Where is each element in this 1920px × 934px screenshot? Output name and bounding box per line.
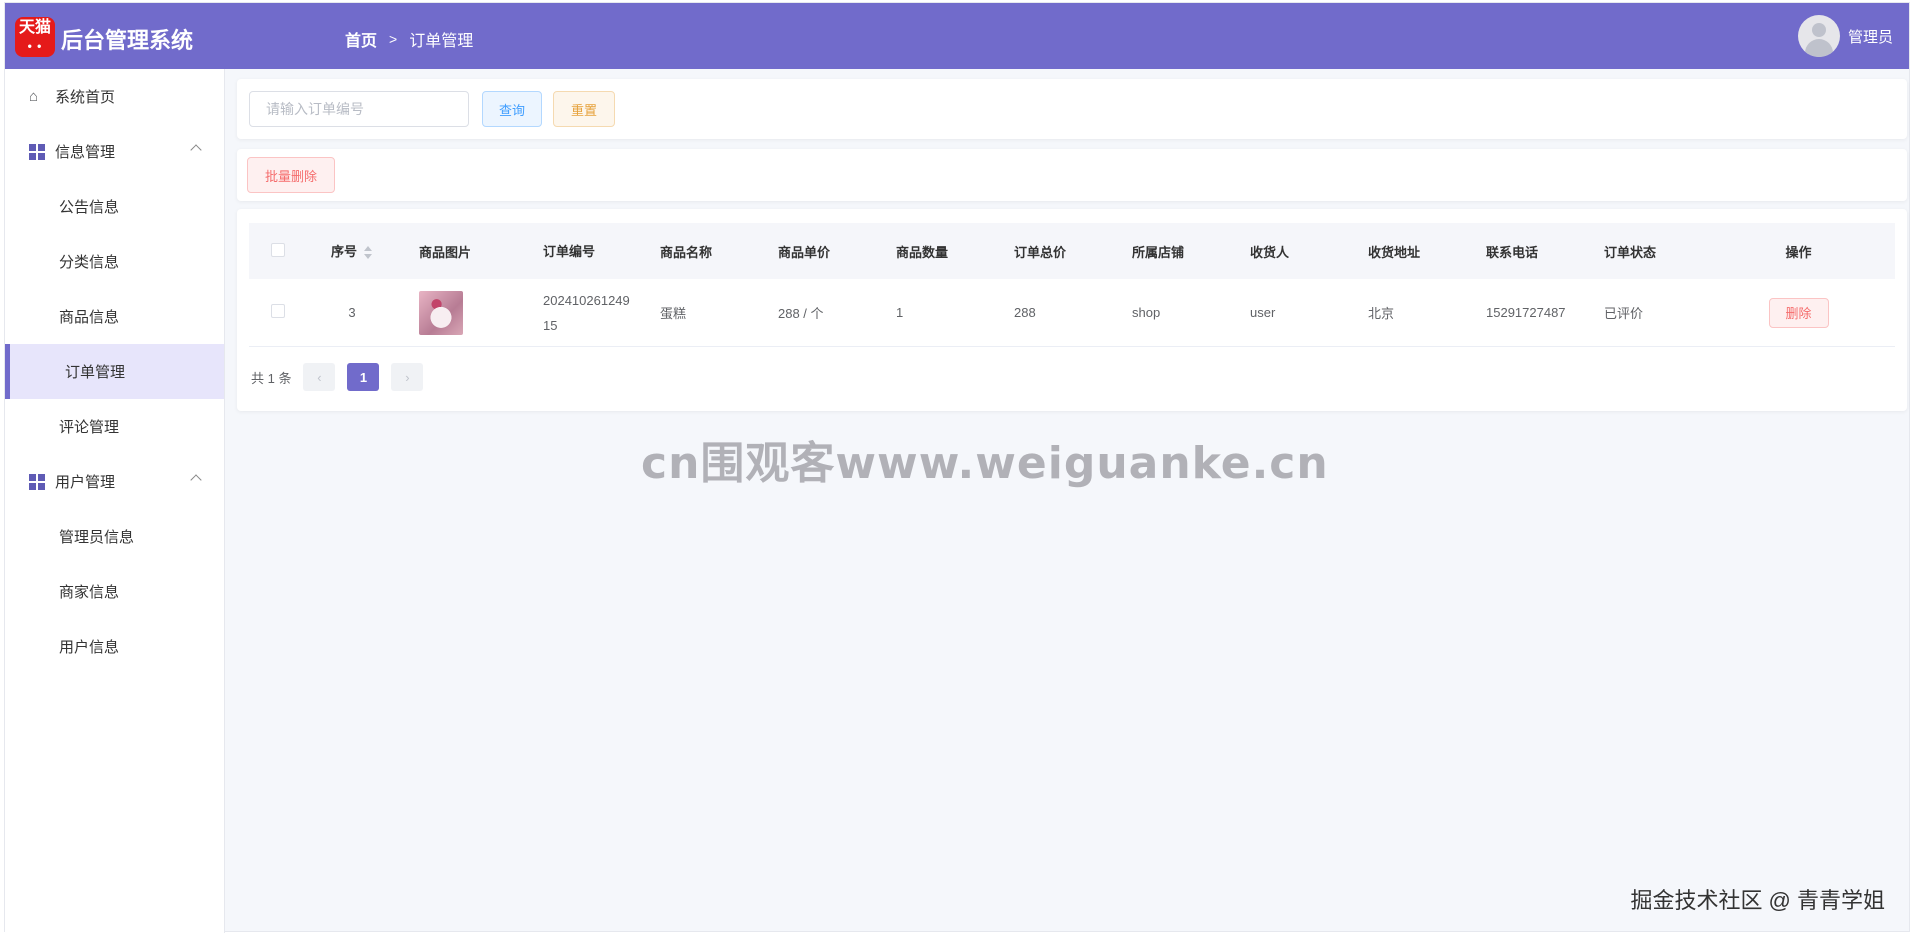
column-header-quantity: 商品数量 bbox=[896, 244, 949, 260]
column-header-goods-name: 商品名称 bbox=[660, 244, 713, 260]
table-header: 序号 商品图片 订单编号 商品名称 商品单价 商品数量 订单总价 所属店铺 收货… bbox=[249, 223, 1895, 279]
tmall-logo: 天猫 • • bbox=[15, 17, 55, 57]
sidebar-item-merchants[interactable]: 商家信息 bbox=[5, 564, 224, 619]
credit-watermark: 掘金技术社区 @ 青青学姐 bbox=[1630, 888, 1885, 913]
chevron-up-icon bbox=[190, 144, 202, 156]
top-header: 天猫 • • 后台管理系统 首页 > 订单管理 管理员 bbox=[5, 3, 1909, 69]
row-phone: 15291727487 bbox=[1486, 305, 1566, 320]
row-image-cell bbox=[399, 290, 523, 335]
logo-eyes-icon: • • bbox=[27, 39, 43, 53]
sort-icon[interactable] bbox=[363, 245, 373, 261]
column-header-total: 订单总价 bbox=[1014, 244, 1067, 260]
select-all-checkbox[interactable] bbox=[271, 242, 285, 257]
sidebar-item-comments[interactable]: 评论管理 bbox=[5, 399, 224, 454]
row-quantity: 1 bbox=[896, 305, 904, 320]
breadcrumb: 首页 > 订单管理 bbox=[345, 27, 473, 51]
next-page-button[interactable]: › bbox=[391, 363, 424, 391]
column-header-shop: 所属店铺 bbox=[1132, 244, 1185, 260]
row-index: 3 bbox=[348, 305, 356, 320]
row-status: 已评价 bbox=[1604, 306, 1644, 321]
sidebar-item-label: 信息管理 bbox=[55, 144, 116, 161]
sidebar-item-label: 商家信息 bbox=[59, 584, 120, 601]
home-icon: ⌂ bbox=[29, 87, 39, 105]
sidebar-item-category[interactable]: 分类信息 bbox=[5, 234, 224, 289]
prev-page-button[interactable]: ‹ bbox=[303, 363, 336, 391]
column-header-actions: 操作 bbox=[1785, 244, 1812, 260]
sidebar-item-label: 商品信息 bbox=[59, 309, 120, 326]
row-shop: shop bbox=[1132, 305, 1161, 320]
column-header-label: 序号 bbox=[330, 244, 357, 260]
page-number-button[interactable]: 1 bbox=[347, 363, 380, 391]
orders-table-card: 序号 商品图片 订单编号 商品名称 商品单价 商品数量 订单总价 所属店铺 收货… bbox=[237, 209, 1907, 411]
grid-icon bbox=[29, 143, 45, 160]
sidebar-item-notice[interactable]: 公告信息 bbox=[5, 179, 224, 234]
row-actions: 删除 bbox=[1702, 297, 1895, 328]
select-all-cell bbox=[249, 242, 305, 260]
sidebar-item-home[interactable]: ⌂ 系统首页 bbox=[5, 69, 224, 124]
user-menu[interactable]: 管理员 bbox=[1797, 15, 1893, 57]
column-header-address: 收货地址 bbox=[1368, 244, 1421, 260]
search-card: 查询 重置 bbox=[237, 79, 1907, 139]
watermark: cn围观客www.weiguanke.cn bbox=[641, 438, 1329, 489]
logo-text: 天猫 bbox=[18, 19, 51, 36]
sidebar-item-label: 用户管理 bbox=[55, 474, 116, 491]
column-header-receiver: 收货人 bbox=[1250, 244, 1290, 260]
order-no-search-input[interactable] bbox=[249, 91, 469, 127]
order-no-line: 202410261249 bbox=[543, 292, 630, 308]
sidebar-item-label: 订单管理 bbox=[65, 364, 126, 381]
chevron-up-icon bbox=[190, 474, 202, 486]
column-header-order-no: 订单编号 bbox=[543, 243, 596, 259]
column-header-image: 商品图片 bbox=[419, 244, 472, 260]
pagination-total: 共 1 条 bbox=[251, 370, 292, 386]
orders-table: 序号 商品图片 订单编号 商品名称 商品单价 商品数量 订单总价 所属店铺 收货… bbox=[249, 223, 1895, 347]
batch-delete-button[interactable]: 批量删除 bbox=[247, 157, 335, 193]
sidebar-item-orders[interactable]: 订单管理 bbox=[5, 344, 224, 399]
sidebar-item-label: 管理员信息 bbox=[59, 529, 135, 546]
reset-button[interactable]: 重置 bbox=[553, 91, 615, 127]
sidebar-group-info[interactable]: 信息管理 bbox=[5, 124, 224, 179]
sidebar-item-label: 用户信息 bbox=[59, 639, 120, 656]
toolbar-card: 批量删除 bbox=[237, 149, 1907, 201]
column-header-status: 订单状态 bbox=[1604, 244, 1657, 260]
order-no-line: 15 bbox=[543, 317, 558, 333]
breadcrumb-home[interactable]: 首页 bbox=[345, 27, 377, 51]
sidebar-group-users[interactable]: 用户管理 bbox=[5, 454, 224, 509]
breadcrumb-current: 订单管理 bbox=[409, 33, 474, 50]
sidebar-item-label: 分类信息 bbox=[59, 254, 120, 271]
sidebar-item-label: 评论管理 bbox=[59, 419, 120, 436]
sidebar-item-admins[interactable]: 管理员信息 bbox=[5, 509, 224, 564]
row-select-cell bbox=[249, 304, 305, 321]
pagination: 共 1 条 ‹ 1 › bbox=[251, 363, 424, 391]
delete-button[interactable]: 删除 bbox=[1768, 297, 1829, 328]
app-frame: 天猫 • • 后台管理系统 首页 > 订单管理 管理员 ⌂ 系统首页 信息管理 … bbox=[4, 2, 1910, 933]
row-order-no: 202410261249 15 bbox=[523, 288, 640, 338]
sidebar-item-users[interactable]: 用户信息 bbox=[5, 619, 224, 674]
table-row: 3 202410261249 15 蛋糕 288 / 个 1 288 shop … bbox=[249, 279, 1895, 347]
row-goods-name: 蛋糕 bbox=[660, 306, 687, 321]
sidebar: ⌂ 系统首页 信息管理 公告信息 分类信息 商品信息 订单管理 评论管理 用户管… bbox=[5, 69, 225, 933]
row-unit-price: 288 / 个 bbox=[778, 306, 824, 321]
row-receiver: user bbox=[1250, 305, 1276, 320]
sidebar-item-goods[interactable]: 商品信息 bbox=[5, 289, 224, 344]
sidebar-item-label: 系统首页 bbox=[55, 89, 116, 106]
cake-product-image[interactable] bbox=[419, 290, 463, 335]
row-total: 288 bbox=[1014, 305, 1036, 320]
chevron-right-icon: > bbox=[389, 31, 398, 47]
row-address: 北京 bbox=[1368, 306, 1395, 321]
column-header-unit-price: 商品单价 bbox=[778, 244, 831, 260]
query-button[interactable]: 查询 bbox=[482, 91, 542, 127]
system-title: 后台管理系统 bbox=[61, 28, 194, 53]
grid-icon bbox=[29, 473, 45, 490]
avatar[interactable] bbox=[1797, 15, 1840, 57]
column-header-index[interactable]: 序号 bbox=[305, 241, 399, 261]
sidebar-item-label: 公告信息 bbox=[59, 199, 120, 216]
row-checkbox[interactable] bbox=[271, 304, 285, 318]
user-name[interactable]: 管理员 bbox=[1848, 26, 1893, 47]
column-header-phone: 联系电话 bbox=[1486, 244, 1539, 260]
